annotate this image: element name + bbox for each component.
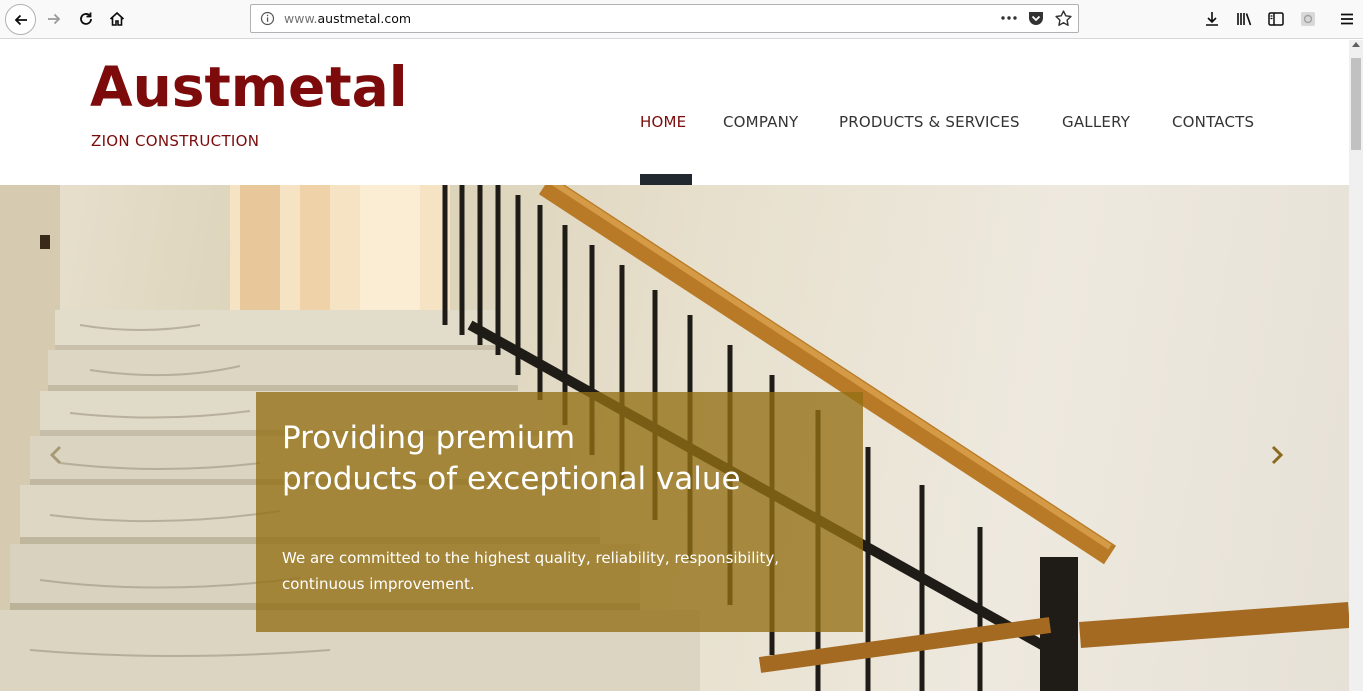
- arrow-right-icon: [48, 13, 61, 25]
- hero-title-line-1: Providing premium: [282, 420, 576, 456]
- web-page: Austmetal ZION CONSTRUCTION HOME COMPANY…: [0, 40, 1349, 691]
- page-actions-icon[interactable]: [999, 9, 1019, 31]
- scroll-up-arrow[interactable]: [1352, 42, 1360, 47]
- address-bar[interactable]: www.austmetal.com: [250, 4, 1079, 33]
- sidebar-icon: [1268, 12, 1284, 26]
- slider-next-button[interactable]: [1270, 445, 1300, 475]
- hero-title: Providing premium products of exceptiona…: [282, 418, 852, 500]
- scroll-thumb[interactable]: [1351, 58, 1361, 150]
- bookmark-star-icon[interactable]: [1054, 9, 1073, 32]
- chevron-right-icon: [1271, 445, 1284, 465]
- logo-title[interactable]: Austmetal: [90, 60, 408, 115]
- menu-button[interactable]: [1333, 5, 1361, 33]
- browser-toolbar: www.austmetal.com: [0, 0, 1363, 39]
- back-button[interactable]: [5, 4, 36, 35]
- hero-caption: Providing premium products of exceptiona…: [256, 392, 863, 632]
- logo-subtitle: ZION CONSTRUCTION: [91, 132, 260, 150]
- reload-button[interactable]: [72, 5, 100, 33]
- library-icon: [1237, 13, 1252, 26]
- home-icon: [109, 11, 125, 26]
- nav-company[interactable]: COMPANY: [723, 113, 798, 131]
- page-scrollbar[interactable]: [1349, 40, 1363, 691]
- url-prefix: www.: [284, 11, 318, 26]
- hamburger-menu-icon: [1341, 13, 1353, 25]
- home-button[interactable]: [103, 5, 131, 33]
- extension-button[interactable]: [1294, 5, 1322, 33]
- reload-icon: [80, 12, 92, 25]
- downloads-button[interactable]: [1198, 5, 1226, 33]
- extension-icon: [1301, 12, 1315, 26]
- nav-home[interactable]: HOME: [640, 113, 686, 131]
- arrow-left-icon: [14, 14, 27, 25]
- url-domain: austmetal.com: [317, 11, 412, 26]
- url-text[interactable]: www.austmetal.com: [284, 11, 411, 26]
- site-info-icon[interactable]: [260, 11, 275, 30]
- forward-button[interactable]: [40, 5, 68, 33]
- hero-text: We are committed to the highest quality,…: [282, 545, 842, 597]
- hero-text-line-2: continuous improvement.: [282, 575, 475, 593]
- nav-gallery[interactable]: GALLERY: [1062, 113, 1130, 131]
- library-button[interactable]: [1230, 5, 1258, 33]
- slider-prev-button[interactable]: [49, 445, 79, 475]
- pocket-icon[interactable]: [1027, 10, 1045, 31]
- nav-contacts[interactable]: CONTACTS: [1172, 113, 1254, 131]
- sidebar-button[interactable]: [1262, 5, 1290, 33]
- hero-title-line-2: products of exceptional value: [282, 461, 741, 497]
- hero-slider: Providing premium products of exceptiona…: [0, 185, 1349, 691]
- nav-products-services[interactable]: PRODUCTS & SERVICES: [839, 113, 1020, 131]
- download-icon: [1206, 12, 1218, 26]
- hero-text-line-1: We are committed to the highest quality,…: [282, 549, 780, 567]
- chevron-left-icon: [49, 445, 62, 465]
